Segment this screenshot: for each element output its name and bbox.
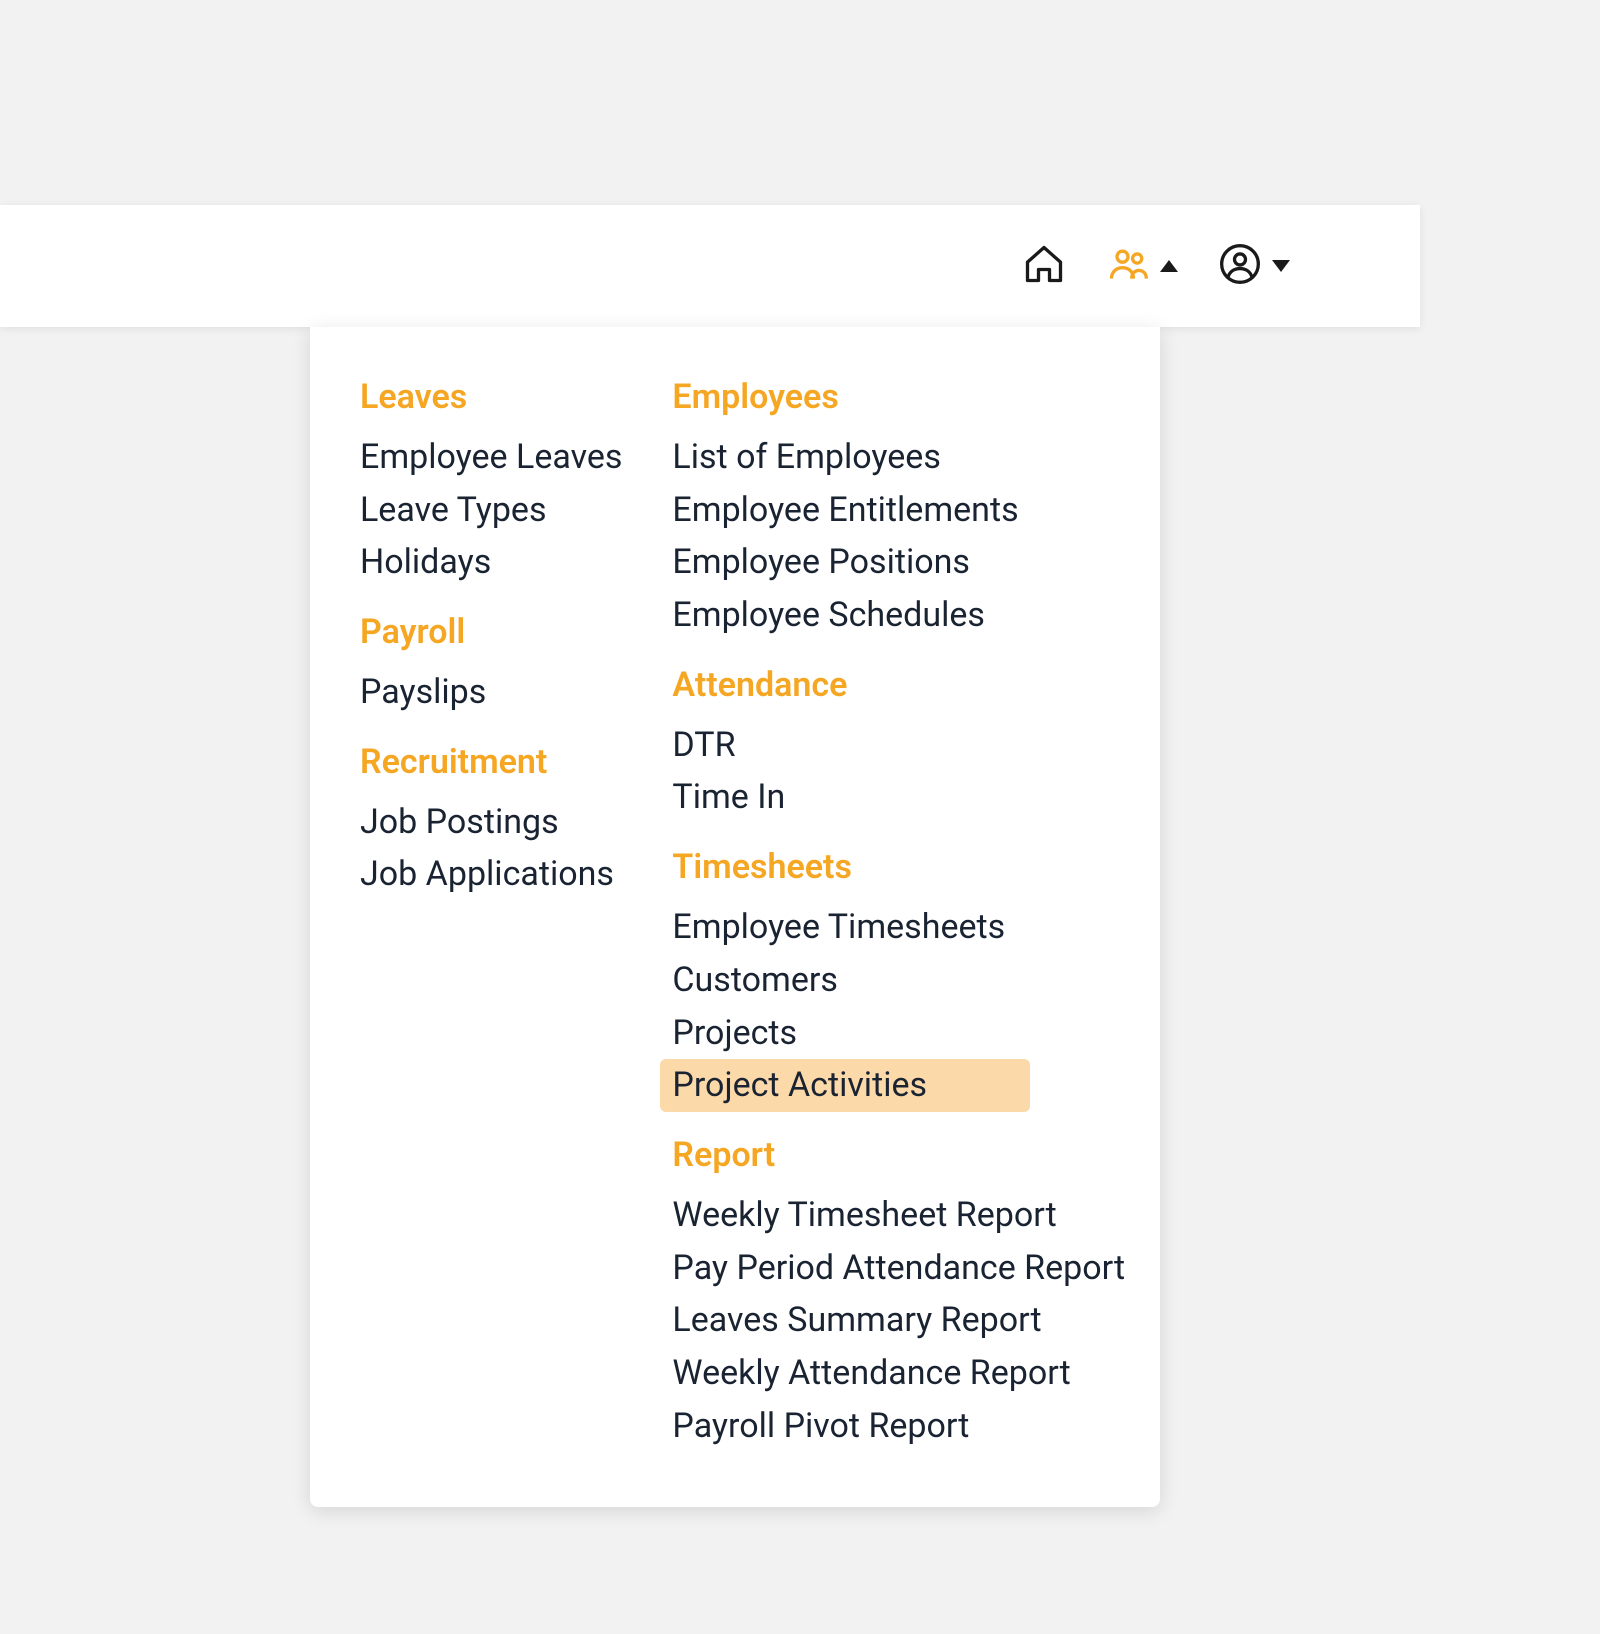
mega-menu-dropdown: Leaves Employee Leaves Leave Types Holid… bbox=[310, 327, 1160, 1507]
menu-item-customers[interactable]: Customers bbox=[672, 954, 1125, 1007]
user-icon bbox=[1218, 242, 1262, 290]
section-heading-timesheets: Timesheets bbox=[672, 842, 1125, 893]
menu-item-weekly-attendance-report[interactable]: Weekly Attendance Report bbox=[672, 1347, 1125, 1400]
section-heading-recruitment: Recruitment bbox=[360, 737, 622, 788]
menu-item-payslips[interactable]: Payslips bbox=[360, 666, 622, 719]
people-icon bbox=[1106, 242, 1150, 290]
menu-item-list-of-employees[interactable]: List of Employees bbox=[672, 431, 1125, 484]
chevron-up-icon bbox=[1160, 260, 1178, 272]
menu-item-employee-timesheets[interactable]: Employee Timesheets bbox=[672, 901, 1125, 954]
section-heading-employees: Employees bbox=[672, 372, 1125, 423]
home-nav-item[interactable] bbox=[1022, 242, 1066, 290]
section-heading-leaves: Leaves bbox=[360, 372, 622, 423]
menu-item-pay-period-attendance-report[interactable]: Pay Period Attendance Report bbox=[672, 1242, 1125, 1295]
menu-item-employee-entitlements[interactable]: Employee Entitlements bbox=[672, 484, 1125, 537]
menu-item-job-postings[interactable]: Job Postings bbox=[360, 796, 622, 849]
menu-item-leaves-summary-report[interactable]: Leaves Summary Report bbox=[672, 1294, 1125, 1347]
chevron-down-icon bbox=[1272, 260, 1290, 272]
menu-item-payroll-pivot-report[interactable]: Payroll Pivot Report bbox=[672, 1400, 1125, 1453]
menu-item-time-in[interactable]: Time In bbox=[672, 771, 1125, 824]
menu-item-leave-types[interactable]: Leave Types bbox=[360, 484, 622, 537]
section-heading-payroll: Payroll bbox=[360, 607, 622, 658]
menu-column-right: Employees List of Employees Employee Ent… bbox=[672, 372, 1125, 1452]
menu-item-weekly-timesheet-report[interactable]: Weekly Timesheet Report bbox=[672, 1189, 1125, 1242]
menu-item-employee-schedules[interactable]: Employee Schedules bbox=[672, 589, 1125, 642]
menu-item-employee-leaves[interactable]: Employee Leaves bbox=[360, 431, 622, 484]
home-icon bbox=[1022, 242, 1066, 290]
section-heading-report: Report bbox=[672, 1130, 1125, 1181]
user-nav-item[interactable] bbox=[1218, 242, 1290, 290]
people-nav-item[interactable] bbox=[1106, 242, 1178, 290]
top-navigation-bar bbox=[0, 205, 1420, 327]
menu-item-job-applications[interactable]: Job Applications bbox=[360, 848, 622, 901]
menu-item-holidays[interactable]: Holidays bbox=[360, 536, 622, 589]
menu-item-projects[interactable]: Projects bbox=[672, 1007, 1125, 1060]
menu-column-left: Leaves Employee Leaves Leave Types Holid… bbox=[360, 372, 622, 1452]
section-heading-attendance: Attendance bbox=[672, 660, 1125, 711]
menu-item-employee-positions[interactable]: Employee Positions bbox=[672, 536, 1125, 589]
menu-item-dtr[interactable]: DTR bbox=[672, 719, 1125, 772]
menu-item-project-activities[interactable]: Project Activities bbox=[660, 1059, 1030, 1112]
